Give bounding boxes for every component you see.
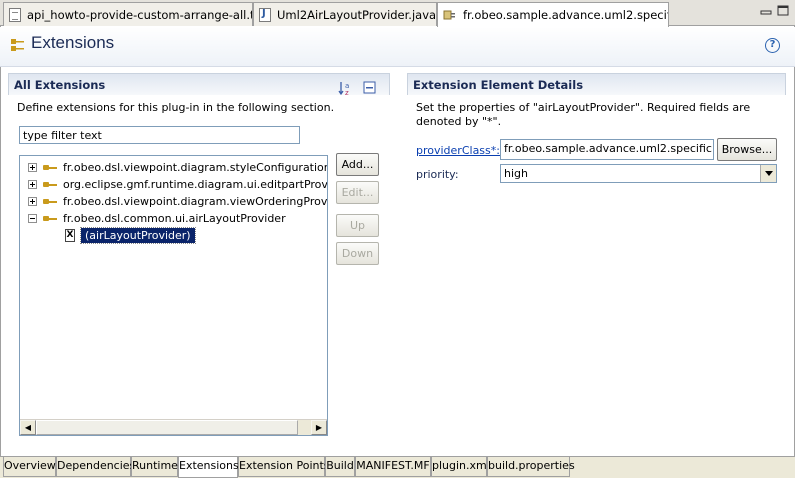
provider-class-field[interactable]: fr.obeo.sample.advance.uml2.specific.pro… (500, 139, 714, 160)
tree-item-label: fr.obeo.dsl.common.ui.airLayoutProvider (63, 211, 286, 225)
provider-class-link[interactable]: providerClass*: (416, 144, 500, 157)
tab-overview[interactable]: Overview (3, 457, 56, 477)
all-extensions-section-header: All Extensions (8, 73, 390, 95)
tree-item-selected[interactable]: X (airLayoutProvider) (65, 226, 196, 244)
chevron-down-icon[interactable] (760, 165, 776, 182)
plugin-icon (443, 8, 457, 22)
editor-tab-bar: api_howto-provide-custom-arrange-all.txt… (0, 0, 795, 27)
extension-icon (43, 162, 59, 172)
priority-select[interactable]: high (500, 164, 777, 183)
maximize-icon[interactable] (777, 5, 790, 17)
element-x-icon: X (65, 228, 75, 242)
tree-item[interactable]: org.eclipse.gmf.runtime.diagram.ui.editp… (28, 176, 328, 192)
tab-extensions[interactable]: Extensions (178, 457, 239, 478)
editor-tab-label: api_howto-provide-custom-arrange-all.txt (27, 7, 253, 22)
tree-item-label: org.eclipse.gmf.runtime.diagram.ui.editp… (63, 177, 328, 191)
expand-icon[interactable] (28, 179, 37, 189)
editor-border-left (0, 26, 1, 456)
svg-text:z: z (345, 89, 349, 96)
tab-extension-points[interactable]: Extension Points (238, 457, 330, 477)
form-page-tabs: Overview Dependencies Runtime Extensions… (0, 456, 795, 478)
help-icon[interactable]: ? (765, 38, 780, 53)
tree-item[interactable]: fr.obeo.dsl.viewpoint.diagram.viewOrderi… (28, 193, 328, 209)
expand-icon[interactable] (28, 162, 37, 172)
tab-manifest-mf[interactable]: MANIFEST.MF (355, 457, 431, 477)
down-button[interactable]: Down (336, 242, 379, 265)
edit-button[interactable]: Edit... (336, 181, 379, 204)
scroll-right-icon[interactable]: ▶ (311, 420, 327, 435)
extension-icon (43, 196, 59, 206)
tree-item[interactable]: fr.obeo.dsl.viewpoint.diagram.styleConfi… (28, 159, 327, 175)
extensions-icon (10, 37, 26, 53)
horizontal-scrollbar[interactable]: ◀ ▶ (20, 419, 327, 435)
expand-icon[interactable] (28, 196, 37, 206)
up-button[interactable]: Up (336, 214, 379, 237)
collapse-icon[interactable] (28, 213, 37, 223)
details-section-header: Extension Element Details (407, 73, 786, 95)
extension-icon (43, 213, 59, 223)
java-file-icon (259, 7, 271, 22)
extensions-tree[interactable]: fr.obeo.dsl.viewpoint.diagram.styleConfi… (19, 155, 328, 436)
add-button[interactable]: Add... (336, 153, 379, 176)
sort-alphabetically-icon[interactable]: az (338, 80, 354, 97)
priority-value: high (504, 167, 528, 180)
tab-plugin-xml[interactable]: plugin.xml (431, 457, 490, 477)
section-title: All Extensions (14, 78, 106, 92)
tab-dependencies[interactable]: Dependencies (56, 457, 135, 477)
all-extensions-description: Define extensions for this plug-in in th… (17, 101, 335, 114)
minimize-icon[interactable] (760, 5, 773, 17)
scroll-left-icon[interactable]: ◀ (20, 420, 36, 435)
section-title: Extension Element Details (413, 78, 584, 92)
tab-build-properties[interactable]: build.properties (487, 457, 575, 477)
tree-item-label: fr.obeo.dsl.viewpoint.diagram.styleConfi… (63, 160, 327, 174)
tree-item-label: (airLayoutProvider) (80, 226, 196, 244)
collapse-all-icon[interactable] (362, 80, 378, 96)
tree-item[interactable]: fr.obeo.dsl.common.ui.airLayoutProvider (28, 210, 286, 226)
tree-item-label: fr.obeo.dsl.viewpoint.diagram.viewOrderi… (63, 194, 328, 208)
editor-tab-label: Uml2AirLayoutProvider.java (277, 7, 437, 22)
editor-tab-plugin-manifest[interactable]: fr.obeo.sample.advance.uml2.specific ✕ (437, 2, 669, 27)
editor-tab-api-howto[interactable]: api_howto-provide-custom-arrange-all.txt (3, 2, 253, 26)
text-file-icon (9, 7, 21, 22)
details-description: Set the properties of "airLayoutProvider… (416, 101, 751, 128)
tab-runtime[interactable]: Runtime (131, 457, 178, 477)
tab-build[interactable]: Build (325, 457, 355, 477)
scroll-thumb[interactable] (36, 420, 298, 435)
editor-tab-label: fr.obeo.sample.advance.uml2.specific (463, 8, 669, 22)
extension-icon (43, 179, 59, 189)
form-header: Extensions ? (0, 27, 795, 67)
editor-tab-uml2airlayoutprovider[interactable]: Uml2AirLayoutProvider.java (253, 2, 437, 26)
browse-button[interactable]: Browse... (717, 138, 777, 161)
page-title: Extensions (31, 33, 115, 52)
filter-input[interactable] (19, 126, 300, 144)
priority-label: priority: (416, 168, 459, 181)
